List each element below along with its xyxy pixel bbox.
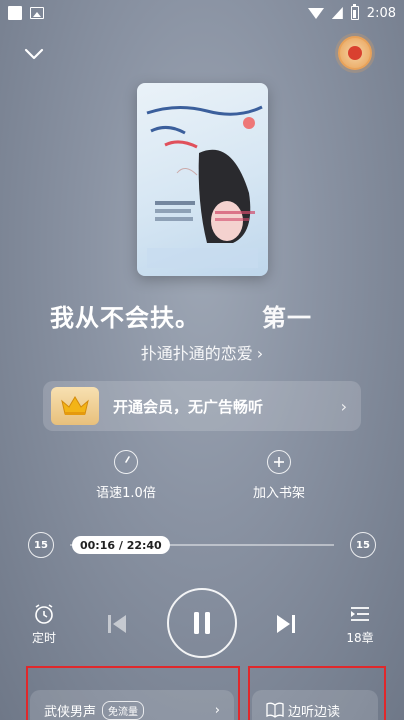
status-bar: 2:08 (0, 0, 404, 26)
speed-button[interactable]: 语速1.0倍 (76, 450, 176, 501)
album-link[interactable]: 扑通扑通的恋爱 › (0, 340, 404, 364)
chevron-right-icon: › (340, 396, 347, 416)
chevron-right-icon: › (256, 344, 264, 363)
timer-button[interactable]: 定时 (28, 602, 60, 646)
image-notification-icon (30, 7, 44, 19)
rewind-label: 15 (34, 539, 48, 551)
rewind-15-button[interactable]: 15 (28, 532, 54, 558)
album-name: 扑通扑通的恋爱 (140, 344, 253, 363)
next-track-icon[interactable] (274, 612, 298, 636)
speed-label: 语速1.0倍 (96, 486, 156, 501)
forward-15-button[interactable]: 15 (350, 532, 376, 558)
progress-thumb[interactable]: 00:16 / 22:40 (72, 536, 170, 554)
chapters-label: 18章 (346, 631, 374, 645)
cover-illustration (146, 105, 263, 268)
vip-text: 开通会员，无广告畅听 (113, 397, 264, 416)
book-cover[interactable] (137, 83, 268, 276)
playback-controls: 定时 18章 (0, 588, 404, 660)
timer-label: 定时 (31, 631, 56, 645)
status-time: 2:08 (366, 5, 396, 21)
signal-icon (331, 7, 343, 19)
chapter-list-button[interactable]: 18章 (342, 602, 378, 646)
pause-icon (194, 612, 210, 634)
progress-time: 00:16 / 22:40 (80, 538, 162, 552)
chevron-down-icon[interactable] (24, 44, 44, 64)
battery-icon (350, 4, 359, 20)
track-title-current: 我从不会扶。 (50, 304, 200, 332)
progress-row: 15 00:16 / 22:40 15 (0, 530, 404, 560)
reward-envelope-icon (348, 46, 362, 60)
plus-circle-icon (267, 450, 291, 474)
alarm-clock-icon (35, 604, 53, 624)
track-title: 我从不会扶。 第一 (50, 298, 362, 332)
forward-label: 15 (356, 539, 370, 551)
highlight-frame-right (248, 666, 386, 720)
add-bookshelf-button[interactable]: 加入书架 (229, 450, 329, 501)
pause-button[interactable] (167, 588, 237, 658)
speed-gauge-icon (114, 450, 138, 474)
playlist-icon (351, 607, 369, 621)
bookshelf-label: 加入书架 (252, 486, 305, 501)
track-title-next: 第一 (262, 304, 312, 332)
wifi-icon (307, 7, 324, 19)
highlight-frame-left (26, 666, 240, 720)
previous-track-icon[interactable] (105, 612, 129, 636)
reward-icon[interactable] (338, 36, 372, 70)
crown-icon (51, 387, 99, 425)
notification-square-icon (8, 6, 22, 20)
vip-banner[interactable]: 开通会员，无广告畅听 › (43, 381, 361, 431)
